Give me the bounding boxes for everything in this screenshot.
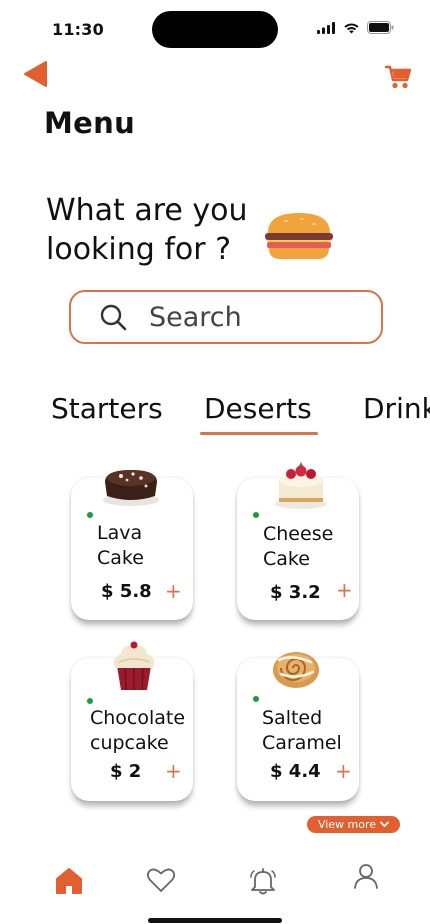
availability-dot [87,512,93,518]
menu-item-card[interactable]: Cheese Cake $ 3.2 + [237,462,359,620]
add-to-cart-button[interactable]: + [335,761,352,781]
item-price: $ 4.4 [270,761,321,782]
add-to-cart-button[interactable]: + [165,761,182,781]
add-to-cart-button[interactable]: + [336,580,353,600]
cupcake-image [113,641,155,691]
item-price: $ 2 [110,761,142,782]
tab-label: Deserts [204,392,312,425]
item-name: Salted Caramel [262,707,342,754]
menu-item-card[interactable]: Chocolate cupcake $ 2 + [71,641,193,801]
status-icons [317,21,394,34]
hero-line-1: What are you [46,193,248,228]
item-name: Chocolate cupcake [90,707,186,754]
burger-icon [265,213,333,259]
heart-icon [146,868,176,892]
wifi-icon [344,22,359,33]
nav-notifications[interactable] [247,866,279,898]
tab-starters[interactable]: Starters [51,392,163,425]
tab-drinks[interactable]: Drinks [363,392,430,425]
availability-dot [253,512,259,518]
cart-icon [384,65,412,89]
search-box[interactable] [69,290,383,344]
hero-line-2: looking for ? [46,232,232,267]
tab-deserts[interactable]: Deserts [200,392,318,435]
cellular-signal-icon [317,21,335,34]
search-input[interactable] [149,301,349,333]
item-name: Lava Cake [97,522,144,569]
menu-item-card[interactable]: Lava Cake $ 5.8 + [71,470,193,620]
lava-cake-image [103,470,159,506]
menu-item-card[interactable]: Salted Caramel $ 4.4 + [237,652,359,801]
nav-home[interactable] [54,866,86,898]
tab-label: Starters [51,392,163,425]
status-bar: 11:30 [0,0,430,58]
category-tabs: Starters Deserts Drinks [0,390,430,440]
nav-favorites[interactable] [146,866,178,898]
bell-icon [250,868,276,895]
active-tab-underline [200,432,318,435]
chevron-down-icon [380,821,389,827]
item-price: $ 5.8 [101,581,152,602]
home-icon [56,868,82,894]
status-time: 11:30 [52,20,104,39]
view-more-button[interactable]: View more [307,816,400,833]
back-button[interactable] [22,60,48,88]
back-arrow-icon [24,61,47,87]
hero-question: What are you looking for ? [46,191,248,269]
availability-dot [253,696,259,702]
caramel-roll-image [273,652,319,688]
home-indicator [148,918,282,923]
cart-button[interactable] [384,64,412,90]
bottom-nav [0,858,430,908]
tab-label: Drinks [363,392,430,425]
add-to-cart-button[interactable]: + [165,581,182,601]
dynamic-island [152,11,278,48]
cheesecake-image [275,462,327,509]
view-more-label: View more [317,818,377,831]
nav-profile[interactable] [352,862,384,894]
user-icon [354,864,378,889]
battery-icon [367,21,394,34]
item-price: $ 3.2 [270,582,321,603]
search-icon [100,304,127,331]
item-name: Cheese Cake [263,523,334,570]
availability-dot [87,698,93,704]
page-title: Menu [44,106,136,140]
